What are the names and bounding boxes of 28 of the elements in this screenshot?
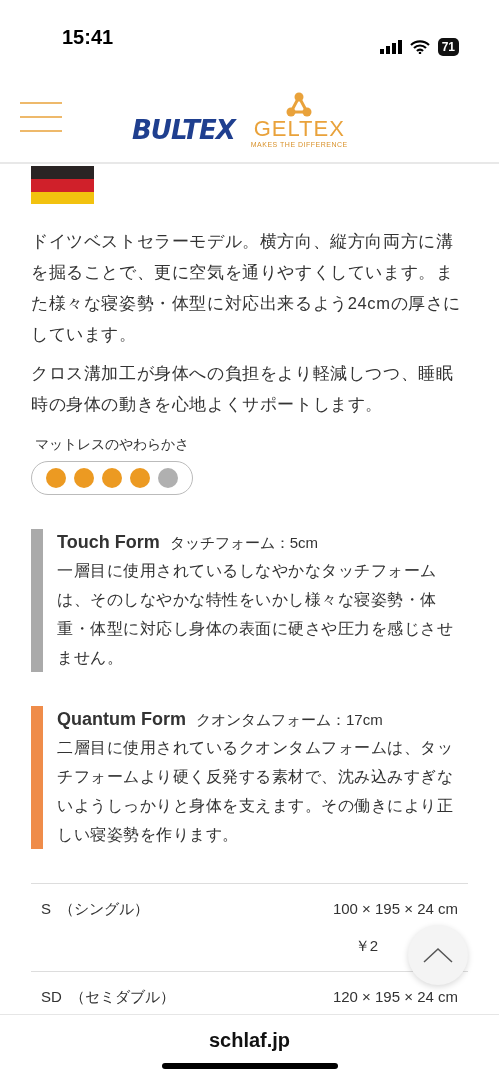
size-name: （シングル）	[59, 899, 149, 919]
geltex-logo: GELTEX	[253, 117, 345, 140]
size-code: S	[41, 899, 51, 919]
triangle-logo-icon	[286, 91, 313, 118]
url-text[interactable]: schlaf.jp	[208, 1025, 291, 1055]
size-name: （セミダブル）	[69, 987, 175, 1007]
layer-description: 一層目に使用されているしなやかなタッチフォームは、そのしなやかな特性をいかし様々な寝姿勢・体重・体型に対応し身体の表面に硬さや圧力を感じさせません。	[57, 561, 454, 668]
scroll-top-button[interactable]	[408, 925, 468, 985]
flag-icon	[31, 166, 94, 204]
size-dimensions: 120 × 195 × 24 cm	[332, 987, 458, 1007]
battery-level: 71	[437, 38, 459, 56]
status-time: 15:41	[62, 25, 114, 50]
layer-name: Touch Form	[57, 532, 160, 552]
layer-thickness: タッチフォーム：5cm	[169, 534, 318, 551]
wifi-icon	[409, 40, 430, 54]
firmness-label: マットレスのやわらかさ	[35, 435, 190, 454]
layer-description: 二層目に使用されているクオンタムフォームは、タッチフォームより硬く反発する素材で、沈み込みすぎないようしっかりと身体を支えます。その働きにより正しい寝姿勢を作ります。	[57, 738, 454, 845]
menu-icon[interactable]	[20, 102, 62, 132]
chevron-up-icon	[423, 947, 453, 963]
description-paragraph: ドイツベストセラーモデル。横方向、縦方向両方に溝を掘ることで、更に空気を通りやすくしています。また様々な寝姿勢・体型に対応出来るよう24cmの厚さにしています。	[31, 231, 462, 345]
size-dimensions: 100 × 195 × 24 cm	[332, 899, 458, 919]
layer-thickness: クオンタムフォーム：17cm	[196, 711, 383, 728]
size-price: ￥2	[354, 935, 378, 956]
size-code: SD	[41, 987, 62, 1007]
layer-name: Quantum Form	[57, 709, 186, 729]
bultex-logo[interactable]: BULTEX	[132, 111, 235, 151]
signal-icon	[379, 40, 402, 54]
description-paragraph: クロス溝加工が身体への負担をより軽減しつつ、睡眠時の身体の動きを心地よくサポートします。	[31, 363, 455, 415]
